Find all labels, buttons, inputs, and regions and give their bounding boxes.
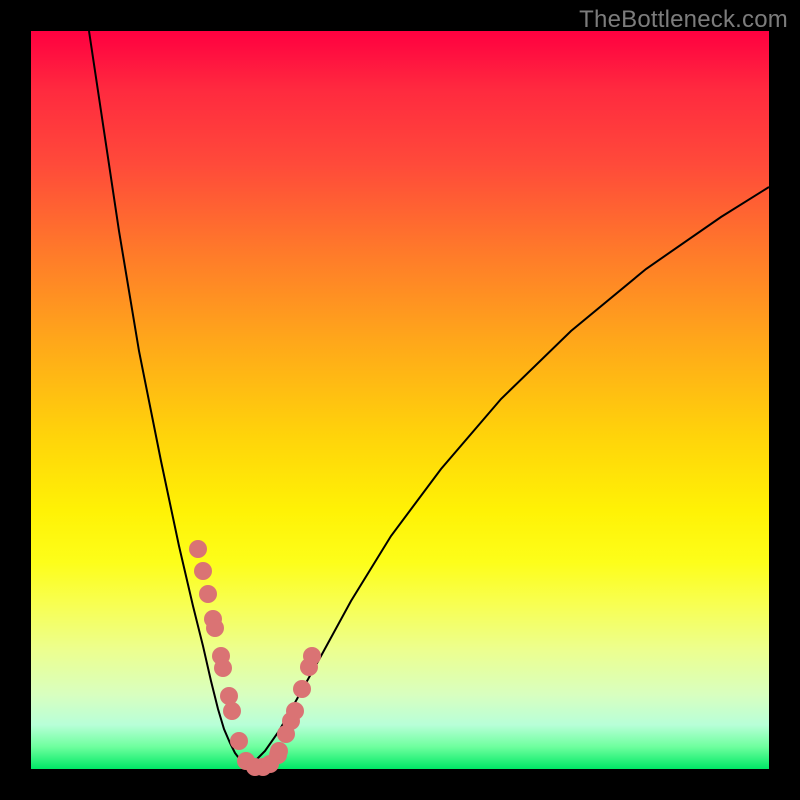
plot-area [31,31,769,769]
marker-dot [270,742,288,760]
chart-container: TheBottleneck.com [0,0,800,800]
marker-dots [189,540,321,776]
marker-dot [220,687,238,705]
curve-right [247,187,769,765]
marker-dot [189,540,207,558]
marker-dot [230,732,248,750]
marker-dot [223,702,241,720]
marker-dot [214,659,232,677]
marker-dot [194,562,212,580]
marker-dot [286,702,304,720]
marker-dot [293,680,311,698]
marker-dot [206,619,224,637]
marker-dot [199,585,217,603]
marker-dot [303,647,321,665]
watermark-text: TheBottleneck.com [579,6,788,34]
curve-svg [31,31,769,769]
